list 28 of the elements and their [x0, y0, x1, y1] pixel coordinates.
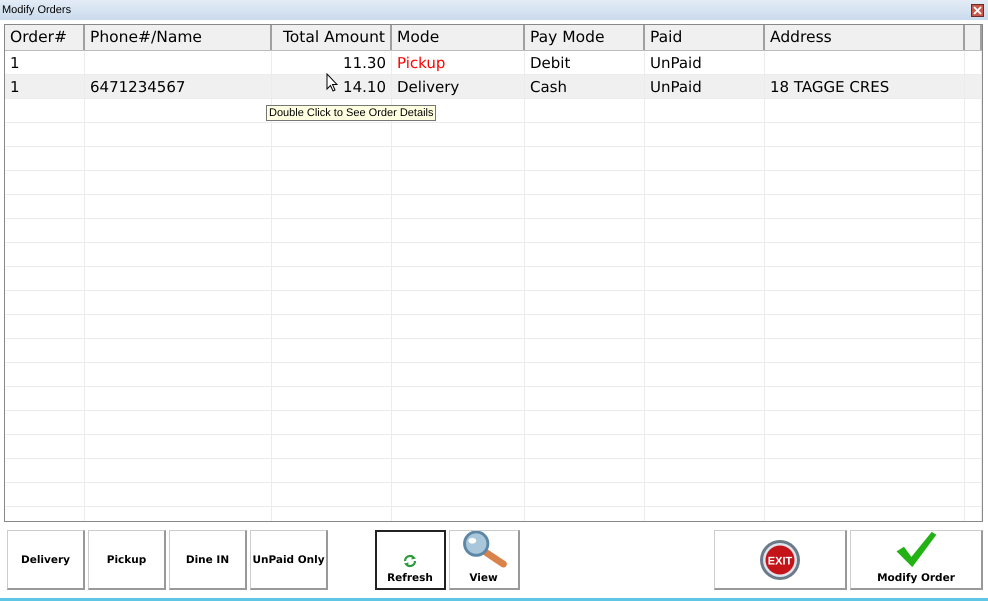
filter-button[interactable]: Delivery [7, 530, 85, 590]
tooltip: Double Click to See Order Details [266, 105, 436, 121]
exit-icon: EXIT [759, 538, 801, 580]
table-cell: 6471234567 [90, 78, 186, 96]
exit-button[interactable]: EXIT [714, 530, 847, 590]
refresh-button[interactable]: Refresh [374, 530, 446, 590]
table-row[interactable]: 1 6471234567 14.10 Delivery Cash UnPaid 18 TAGGE CRES [5, 75, 982, 99]
table-cell: Delivery [397, 78, 460, 96]
table-cell: Cash [530, 78, 567, 96]
filter-button[interactable]: UnPaid Only [250, 530, 328, 590]
close-icon [973, 6, 982, 14]
table-cell: 1 [10, 54, 20, 72]
filter-button[interactable]: Pickup [88, 530, 166, 590]
table-cell: UnPaid [650, 54, 702, 72]
refresh-icon [403, 554, 417, 568]
table-cell: 14.10 [343, 78, 386, 96]
table-cell: 18 TAGGE CRES [770, 78, 890, 96]
filter-button[interactable]: Dine IN [169, 530, 247, 590]
modify-order-button[interactable]: Modify Order [850, 530, 983, 590]
table-cell: UnPaid [650, 78, 702, 96]
table-cell: Debit [530, 54, 570, 72]
view-button[interactable]: View [448, 530, 520, 590]
table-cell: 1 [10, 78, 20, 96]
cursor-icon [326, 73, 338, 92]
window-title: Modify Orders [2, 4, 72, 16]
table-cell: Pickup [397, 54, 446, 72]
close-button[interactable] [971, 4, 984, 16]
table-cell: 11.30 [343, 54, 386, 72]
